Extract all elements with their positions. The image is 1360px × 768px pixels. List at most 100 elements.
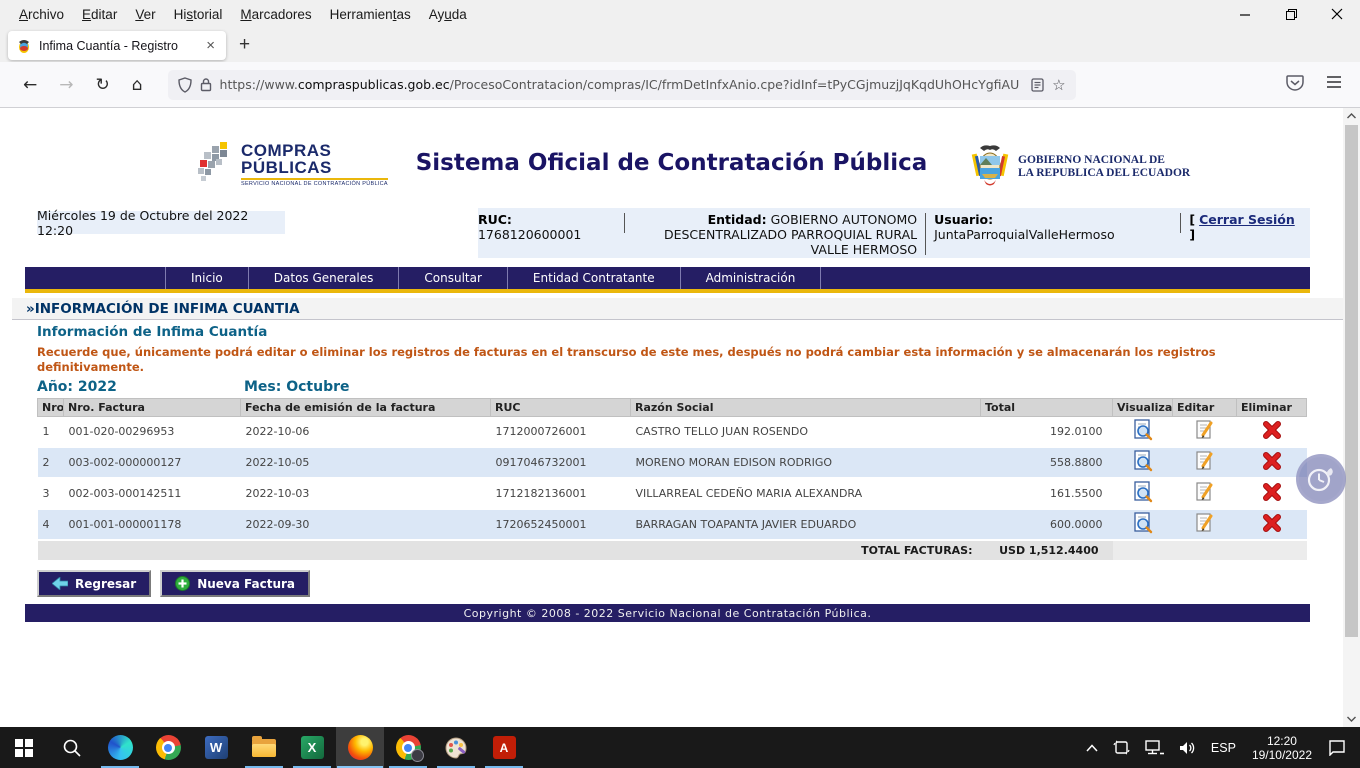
- logout-link[interactable]: Cerrar Sesión: [1199, 212, 1295, 227]
- eliminar-icon[interactable]: [1262, 451, 1282, 474]
- gold-accent-line: [25, 289, 1310, 293]
- period-labels: Año: 2022Mes: Octubre: [37, 379, 350, 395]
- eliminar-icon[interactable]: [1262, 513, 1282, 536]
- taskbar-edge-icon[interactable]: [96, 727, 144, 768]
- nav-item-inicio[interactable]: Inicio: [165, 267, 249, 289]
- col-editar: Editar: [1173, 399, 1237, 417]
- breadcrumb: »INFORMACIÓN DE INFIMA CUANTIA: [12, 298, 1343, 320]
- col-nro: Nro: [38, 399, 64, 417]
- menu-editar[interactable]: Editar: [73, 3, 126, 26]
- menu-ver[interactable]: Ver: [126, 3, 164, 26]
- url-bar[interactable]: https://www.compraspublicas.gob.ec/Proce…: [168, 70, 1076, 100]
- forward-icon[interactable]: →: [48, 75, 84, 95]
- close-window-button[interactable]: [1314, 0, 1360, 28]
- shield-icon[interactable]: [178, 77, 192, 93]
- table-row: 1 001-020-00296953 2022-10-06 1712000726…: [38, 417, 1307, 448]
- nav-item-entidad-contratante[interactable]: Entidad Contratante: [508, 267, 681, 289]
- tray-network-icon[interactable]: [1138, 727, 1172, 768]
- warning-text: Recuerde que, únicamente podrá editar o …: [37, 345, 1282, 375]
- scroll-up-arrow[interactable]: [1343, 108, 1360, 124]
- nav-item-consultar[interactable]: Consultar: [399, 267, 508, 289]
- start-button[interactable]: [0, 727, 48, 768]
- col-fecha: Fecha de emisión de la factura: [241, 399, 491, 417]
- taskbar-explorer-icon[interactable]: [240, 727, 288, 768]
- visualizar-icon[interactable]: [1133, 512, 1153, 537]
- tab-infima-cuantia[interactable]: Infima Cuantía - Registro ×: [8, 31, 226, 60]
- taskbar-firefox-icon[interactable]: [336, 727, 384, 768]
- menu-ayuda[interactable]: Ayuda: [420, 3, 476, 26]
- nueva-factura-button[interactable]: Nueva Factura: [160, 570, 310, 597]
- section-title: Información de Infima Cuantía: [37, 324, 267, 340]
- hamburger-menu-icon[interactable]: [1326, 75, 1342, 94]
- tab-close-icon[interactable]: ×: [203, 38, 218, 53]
- session-info-box: RUC: 1768120600001 Entidad: GOBIERNO AUT…: [478, 208, 1310, 258]
- taskbar-acrobat-icon[interactable]: A: [480, 727, 528, 768]
- home-icon[interactable]: ⌂: [121, 75, 154, 95]
- taskbar-excel-icon[interactable]: X: [288, 727, 336, 768]
- tray-chevron-icon[interactable]: [1079, 727, 1105, 768]
- eliminar-icon[interactable]: [1262, 482, 1282, 505]
- new-tab-button[interactable]: +: [226, 34, 263, 62]
- editar-icon[interactable]: [1195, 419, 1215, 444]
- minimize-button[interactable]: [1222, 0, 1268, 28]
- plus-icon: [175, 576, 190, 591]
- eliminar-icon[interactable]: [1262, 420, 1282, 443]
- table-header-row: Nro Nro. Factura Fecha de emisión de la …: [38, 399, 1307, 417]
- reader-view-icon[interactable]: [1031, 78, 1044, 92]
- bookmark-star-icon[interactable]: ☆: [1052, 76, 1065, 94]
- col-factura: Nro. Factura: [64, 399, 241, 417]
- taskbar-chrome-icon[interactable]: [144, 727, 192, 768]
- editar-icon[interactable]: [1195, 481, 1215, 506]
- taskbar-search-icon[interactable]: [48, 727, 96, 768]
- col-total: Total: [981, 399, 1113, 417]
- back-icon[interactable]: ←: [12, 75, 48, 95]
- menu-archivo[interactable]: Archivo: [10, 3, 73, 26]
- url-text[interactable]: https://www.compraspublicas.gob.ec/Proce…: [220, 77, 1024, 92]
- menu-historial[interactable]: Historial: [165, 3, 232, 26]
- menu-herramientas[interactable]: Herramientas: [321, 3, 420, 26]
- col-ruc: RUC: [491, 399, 631, 417]
- reload-icon[interactable]: ↻: [85, 75, 121, 95]
- editar-icon[interactable]: [1195, 512, 1215, 537]
- ecuador-coat-of-arms: [970, 144, 1010, 190]
- table-row: 2 003-002-000000127 2022-10-05 091704673…: [38, 447, 1307, 478]
- divider: [624, 213, 625, 233]
- nav-item-datos-generales[interactable]: Datos Generales: [249, 267, 400, 289]
- floating-clock-bubble[interactable]: [1296, 454, 1346, 504]
- tray-notification-icon[interactable]: [1321, 727, 1360, 768]
- tray-tablet-mode-icon[interactable]: [1105, 727, 1138, 768]
- system-tray: ESP 12:20 19/10/2022: [1079, 727, 1360, 768]
- taskbar-word-icon[interactable]: W: [192, 727, 240, 768]
- scrollbar-thumb[interactable]: [1345, 125, 1358, 637]
- regresar-button[interactable]: Regresar: [37, 570, 151, 597]
- tray-language-indicator[interactable]: ESP: [1204, 727, 1243, 768]
- visualizar-icon[interactable]: [1133, 481, 1153, 506]
- nav-item-administracion[interactable]: Administración: [681, 267, 822, 289]
- page-viewport: COMPRAS PÚBLICAS SERVICIO NACIONAL DE CO…: [0, 108, 1360, 727]
- month-label: Mes: Octubre: [244, 379, 350, 395]
- vertical-scrollbar[interactable]: [1343, 108, 1360, 727]
- editar-icon[interactable]: [1195, 450, 1215, 475]
- visualizar-icon[interactable]: [1133, 419, 1153, 444]
- table-total-row: TOTAL FACTURAS: USD 1,512.4400: [38, 540, 1307, 560]
- tab-favicon-ecuador-crest: [16, 38, 32, 54]
- taskbar-paint-icon[interactable]: [432, 727, 480, 768]
- tray-clock[interactable]: 12:20 19/10/2022: [1243, 734, 1321, 762]
- browser-menubar: ArchivoEditarVerHistorialMarcadoresHerra…: [0, 0, 1360, 28]
- visualizar-icon[interactable]: [1133, 450, 1153, 475]
- scroll-down-arrow[interactable]: [1343, 711, 1360, 727]
- total-row-filler: [1113, 540, 1307, 560]
- table-row: 3 002-003-000142511 2022-10-03 171218213…: [38, 478, 1307, 509]
- copyright-bar: Copyright © 2008 - 2022 Servicio Naciona…: [25, 604, 1310, 622]
- restore-button[interactable]: [1268, 0, 1314, 28]
- taskbar-chrome-profile-icon[interactable]: [384, 727, 432, 768]
- clock-flame-icon: [1304, 462, 1338, 496]
- tray-volume-icon[interactable]: [1172, 727, 1204, 768]
- action-buttons: Regresar Nueva Factura: [37, 570, 310, 597]
- lock-icon[interactable]: [200, 77, 212, 92]
- menu-marcadores[interactable]: Marcadores: [231, 3, 320, 26]
- pocket-icon[interactable]: [1286, 74, 1304, 96]
- back-arrow-icon: [52, 577, 68, 590]
- main-navigation: InicioDatos GeneralesConsultarEntidad Co…: [25, 267, 1310, 289]
- ruc-value: RUC: 1768120600001: [478, 212, 616, 242]
